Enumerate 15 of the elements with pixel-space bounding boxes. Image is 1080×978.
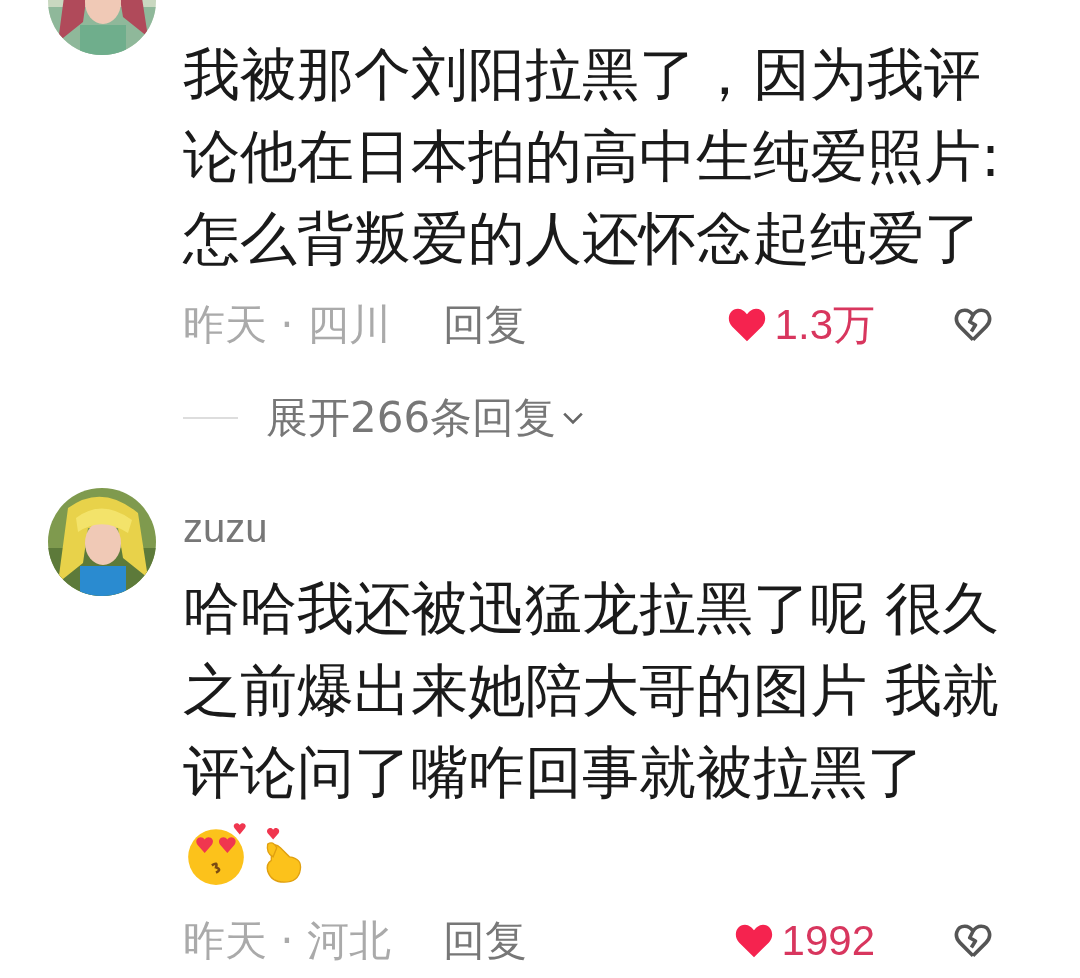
- comment-text: 哈哈我还被迅猛龙拉黑了呢 很久之前爆出来她陪大哥的图片 我就评论问了嘴咋回事就被拉黑了: [183, 575, 1000, 807]
- heart-icon: [733, 923, 774, 959]
- like-button[interactable]: 1.3万: [726, 297, 875, 353]
- broken-heart-icon[interactable]: [953, 307, 993, 343]
- comment-time-location: 昨天 · 四川: [183, 299, 392, 351]
- comment-text: 我被那个刘阳拉黑了，因为我评论他在日本拍的高中生纯爱照片: 怎么背叛爱的人还怀念起纯爱了: [183, 41, 1002, 273]
- username[interactable]: zuzu: [183, 488, 1013, 568]
- heart-icon: [726, 307, 767, 343]
- broken-heart-icon[interactable]: [953, 923, 993, 959]
- chevron-down-icon: [562, 411, 585, 425]
- like-button[interactable]: 1992: [733, 917, 875, 965]
- comment-time-location: 昨天 · 河北: [183, 915, 392, 967]
- reply-button[interactable]: 回复: [443, 913, 528, 969]
- expand-replies-button[interactable]: 展开266条回复: [266, 390, 585, 446]
- reply-button[interactable]: 回复: [443, 297, 528, 353]
